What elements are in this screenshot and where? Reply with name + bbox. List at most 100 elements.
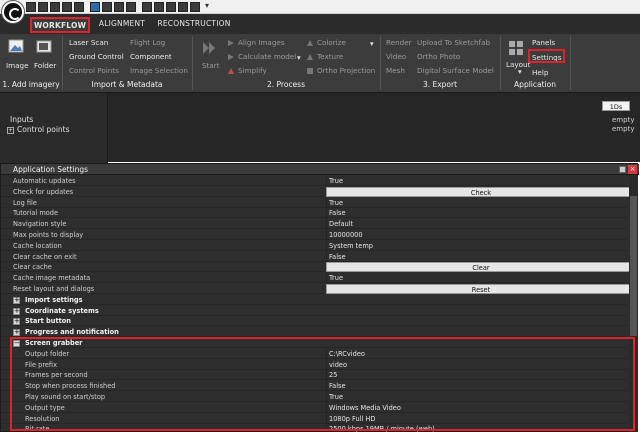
setting-button[interactable]: Clear (326, 262, 636, 273)
view-badge[interactable]: 1Ds (602, 101, 630, 111)
screen-grabber-row[interactable]: Stop when process finished False (1, 381, 627, 392)
setting-value[interactable]: 2500 kbps 19MB / minute (web) (326, 424, 627, 432)
laser-scan-button[interactable]: Laser Scan (69, 38, 108, 47)
setting-value[interactable]: True (326, 176, 627, 186)
setting-row[interactable]: Cache image metadata True (1, 273, 627, 284)
setting-value[interactable]: True (326, 273, 627, 284)
chevron-down-icon[interactable]: ▾ (370, 39, 374, 48)
app-logo-icon[interactable] (2, 1, 24, 23)
quick-access-icon[interactable] (38, 2, 48, 12)
help-button[interactable]: Help (532, 68, 548, 77)
folder-icon[interactable] (36, 38, 52, 54)
tree-item-inputs[interactable]: Inputs (10, 115, 33, 124)
expand-icon[interactable]: + (13, 318, 20, 326)
collapse-icon[interactable]: − (13, 340, 20, 347)
component-button[interactable]: Component (130, 52, 172, 61)
setting-row[interactable]: Clear cache Clear (1, 262, 636, 273)
expand-icon[interactable]: + (13, 329, 20, 337)
chevron-down-icon[interactable]: ▾ (297, 53, 301, 62)
quick-access-icon[interactable] (154, 2, 164, 12)
ground-control-button[interactable]: Ground Control (69, 52, 124, 61)
setting-value[interactable]: False (326, 381, 627, 392)
expand-icon[interactable]: + (13, 296, 20, 304)
render-button[interactable]: Render (386, 38, 412, 47)
settings-section[interactable]: + Import settings (1, 295, 627, 305)
settings-section[interactable]: + Coordinate systems (1, 306, 627, 316)
quick-access-icon[interactable] (142, 2, 152, 12)
setting-value[interactable]: Default (326, 219, 627, 230)
setting-value[interactable]: True (326, 392, 627, 402)
setting-button[interactable]: Check (326, 186, 636, 197)
setting-value[interactable]: True (326, 197, 627, 208)
tab-reconstruction[interactable]: RECONSTRUCTION (156, 17, 232, 33)
screen-grabber-row[interactable]: Output type Windows Media Video (1, 402, 627, 413)
quick-access-icon[interactable] (114, 2, 124, 12)
scrollbar[interactable] (629, 176, 638, 432)
setting-row[interactable]: Log file True (1, 197, 627, 208)
setting-row[interactable]: Check for updates Check (1, 186, 636, 197)
ortho-photo-button[interactable]: Ortho Photo (417, 52, 460, 61)
quick-access-icon[interactable] (102, 2, 112, 12)
screen-grabber-row[interactable]: Output folder C:\RCvideo (1, 348, 627, 359)
quick-access-icon[interactable] (166, 2, 176, 12)
folder-button[interactable]: Folder (34, 61, 56, 70)
quick-access-dropdown-icon[interactable]: ▾ (205, 1, 209, 10)
image-icon[interactable] (8, 38, 24, 54)
ortho-projection-button[interactable]: Ortho Projection (317, 66, 375, 75)
align-images-button[interactable]: Align Images (238, 38, 285, 47)
screen-grabber-row[interactable]: Resolution 1080p Full HD (1, 413, 627, 424)
colorize-button[interactable]: Colorize (317, 38, 346, 47)
setting-value[interactable]: 10000000 (326, 230, 627, 240)
quick-access-icon[interactable] (50, 2, 60, 12)
screen-grabber-row[interactable]: Frames per second 25 (1, 370, 627, 381)
close-icon[interactable]: × (628, 165, 637, 174)
setting-value[interactable]: Windows Media Video (326, 402, 627, 413)
panels-button[interactable]: Panels (532, 38, 555, 47)
settings-section[interactable]: + Progress and notification (1, 327, 627, 338)
upload-sketchfab-button[interactable]: Upload To Sketchfab (417, 38, 490, 47)
image-button[interactable]: Image (6, 61, 29, 70)
quick-access-icon[interactable] (74, 2, 84, 12)
pin-icon[interactable] (619, 166, 626, 173)
settings-section[interactable]: + Start button (1, 316, 627, 327)
setting-value[interactable]: False (326, 208, 627, 219)
screen-grabber-row[interactable]: Bit rate 2500 kbps 19MB / minute (web) (1, 424, 627, 432)
start-button[interactable]: Start (202, 61, 220, 70)
chevron-down-icon[interactable]: ▾ (518, 67, 522, 76)
start-icon[interactable] (201, 40, 217, 56)
digital-surface-model-button[interactable]: Digital Surface Model (417, 66, 494, 75)
setting-value[interactable]: video (326, 359, 627, 370)
quick-access-icon[interactable] (62, 2, 72, 12)
screen-grabber-row[interactable]: Play sound on start/stop True (1, 392, 627, 402)
setting-row[interactable]: Max points to display 10000000 (1, 230, 627, 240)
scrollbar-thumb[interactable] (630, 196, 637, 336)
tab-alignment[interactable]: ALIGNMENT (96, 17, 148, 33)
tab-workflow[interactable]: WORKFLOW (30, 17, 90, 33)
control-points-button[interactable]: Control Points (69, 66, 119, 75)
setting-row[interactable]: Clear cache on exit False (1, 251, 627, 262)
screen-grabber-row[interactable]: File prefix video (1, 359, 627, 370)
setting-row[interactable]: Reset layout and dialogs Reset (1, 284, 636, 294)
flight-log-button[interactable]: Flight Log (130, 38, 165, 47)
setting-row[interactable]: Cache location System temp (1, 240, 627, 251)
video-button[interactable]: Video (386, 52, 406, 61)
tree-item-control-points[interactable]: Control points (17, 125, 70, 134)
calculate-model-button[interactable]: Calculate model (238, 52, 296, 61)
texture-button[interactable]: Texture (317, 52, 343, 61)
setting-value[interactable]: System temp (326, 240, 627, 251)
expand-icon[interactable]: + (7, 127, 14, 134)
setting-value[interactable]: C:\RCvideo (326, 348, 627, 359)
setting-row[interactable]: Tutorial mode False (1, 208, 627, 219)
quick-access-icon[interactable] (178, 2, 188, 12)
layout-icon[interactable] (508, 40, 524, 56)
setting-row[interactable]: Automatic updates True (1, 176, 627, 186)
setting-button[interactable]: Reset (326, 284, 636, 294)
quick-access-icon[interactable] (126, 2, 136, 12)
quick-access-icon[interactable] (190, 2, 200, 12)
settings-section[interactable]: − Screen grabber (1, 338, 627, 348)
setting-value[interactable]: 25 (326, 370, 627, 381)
image-selection-button[interactable]: Image Selection (130, 66, 188, 75)
quick-access-icon[interactable] (26, 2, 36, 12)
setting-row[interactable]: Navigation style Default (1, 219, 627, 230)
expand-icon[interactable]: + (13, 307, 20, 315)
